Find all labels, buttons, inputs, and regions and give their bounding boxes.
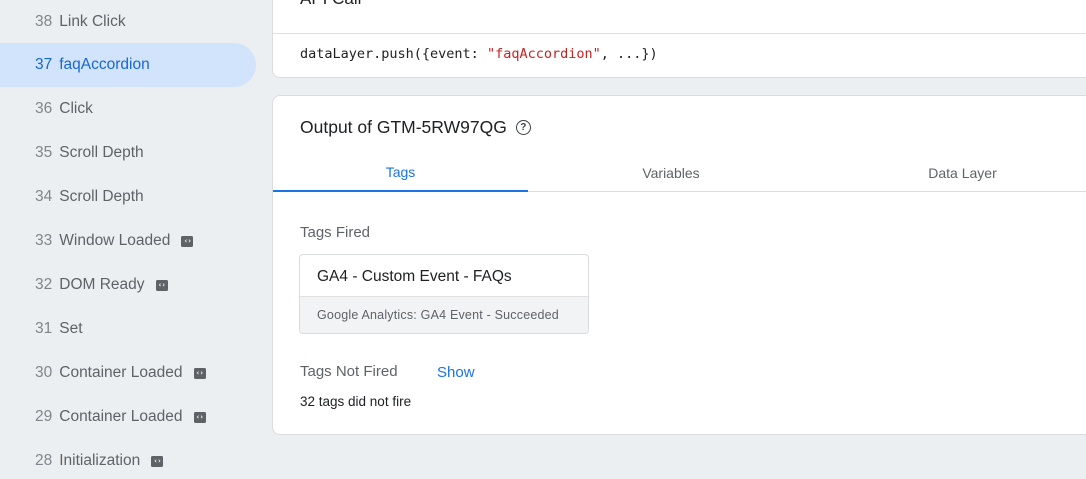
event-label: DOM Ready xyxy=(59,276,145,293)
event-number: 38 xyxy=(35,13,53,30)
sidebar-item-faqaccordion[interactable]: 37 faqAccordion xyxy=(0,43,256,87)
event-label: Set xyxy=(59,320,83,337)
show-not-fired-link[interactable]: Show xyxy=(437,364,475,381)
not-fired-count: 32 tags did not fire xyxy=(300,394,412,409)
sidebar-item-click[interactable]: 36 Click xyxy=(0,87,256,131)
sidebar-item-set[interactable]: 31 Set xyxy=(0,307,256,351)
api-call-code: dataLayer.push({event: "faqAccordion", .… xyxy=(300,46,658,62)
event-label: Container Loaded xyxy=(59,408,183,425)
event-label: faqAccordion xyxy=(59,56,150,73)
event-label: Initialization xyxy=(59,452,141,469)
divider xyxy=(273,33,1086,34)
event-number: 34 xyxy=(35,188,53,205)
tab-variables[interactable]: Variables xyxy=(528,154,814,192)
output-title-text: Output of GTM-5RW97QG xyxy=(300,117,507,137)
event-timeline-sidebar: 38 Link Click 37 faqAccordion 36 Click 3… xyxy=(0,0,262,479)
tag-assistant-page: 38 Link Click 37 faqAccordion 36 Click 3… xyxy=(0,0,1086,479)
sidebar-item-scroll-depth[interactable]: 35 Scroll Depth xyxy=(0,131,256,175)
sidebar-item-dom-ready[interactable]: 32 DOM Ready ‹› xyxy=(0,263,256,307)
code-suffix: , ...}) xyxy=(600,46,658,62)
event-label: Container Loaded xyxy=(59,364,183,381)
event-number: 31 xyxy=(35,320,53,337)
output-title: Output of GTM-5RW97QG ? xyxy=(300,117,531,138)
tab-tags[interactable]: Tags xyxy=(273,154,528,192)
code-icon: ‹› xyxy=(155,279,168,291)
code-icon: ‹› xyxy=(181,235,194,247)
event-number: 29 xyxy=(35,408,53,425)
event-label: Window Loaded xyxy=(59,232,171,249)
sidebar-item-scroll-depth[interactable]: 34 Scroll Depth xyxy=(0,175,256,219)
api-call-title: API Call xyxy=(300,0,361,9)
sidebar-item-link-click[interactable]: 38 Link Click xyxy=(0,0,256,44)
event-number: 37 xyxy=(35,56,53,73)
tags-fired-heading: Tags Fired xyxy=(300,224,371,241)
event-number: 32 xyxy=(35,276,53,293)
tag-status: Google Analytics: GA4 Event - Succeeded xyxy=(300,296,588,333)
tags-not-fired-heading: Tags Not Fired xyxy=(300,363,398,380)
sidebar-item-initialization[interactable]: 28 Initialization ‹› xyxy=(0,439,256,479)
output-card: Output of GTM-5RW97QG ? Tags Variables D… xyxy=(272,95,1086,435)
code-event-string: "faqAccordion" xyxy=(486,46,601,62)
api-call-card: API Call dataLayer.push({event: "faqAcco… xyxy=(272,0,1086,78)
code-icon: ‹› xyxy=(151,455,164,467)
help-icon[interactable]: ? xyxy=(515,120,531,135)
event-label: Link Click xyxy=(59,13,126,30)
event-number: 28 xyxy=(35,452,53,469)
fired-tag-card[interactable]: GA4 - Custom Event - FAQs Google Analyti… xyxy=(299,254,589,334)
sidebar-item-container-loaded[interactable]: 30 Container Loaded ‹› xyxy=(0,351,256,395)
event-number: 33 xyxy=(35,232,53,249)
event-number: 30 xyxy=(35,364,53,381)
code-prefix: dataLayer.push({event: xyxy=(300,46,487,62)
event-number: 36 xyxy=(35,100,53,117)
event-label: Scroll Depth xyxy=(59,188,144,205)
tag-name: GA4 - Custom Event - FAQs xyxy=(317,268,512,285)
event-label: Click xyxy=(59,100,93,117)
sidebar-item-container-loaded[interactable]: 29 Container Loaded ‹› xyxy=(0,395,256,439)
output-tab-bar: Tags Variables Data Layer xyxy=(273,154,1086,192)
code-icon: ‹› xyxy=(193,411,206,423)
sidebar-item-window-loaded[interactable]: 33 Window Loaded ‹› xyxy=(0,219,256,263)
code-icon: ‹› xyxy=(193,367,206,379)
event-label: Scroll Depth xyxy=(59,144,144,161)
tab-data-layer[interactable]: Data Layer xyxy=(814,154,1086,192)
event-number: 35 xyxy=(35,144,53,161)
